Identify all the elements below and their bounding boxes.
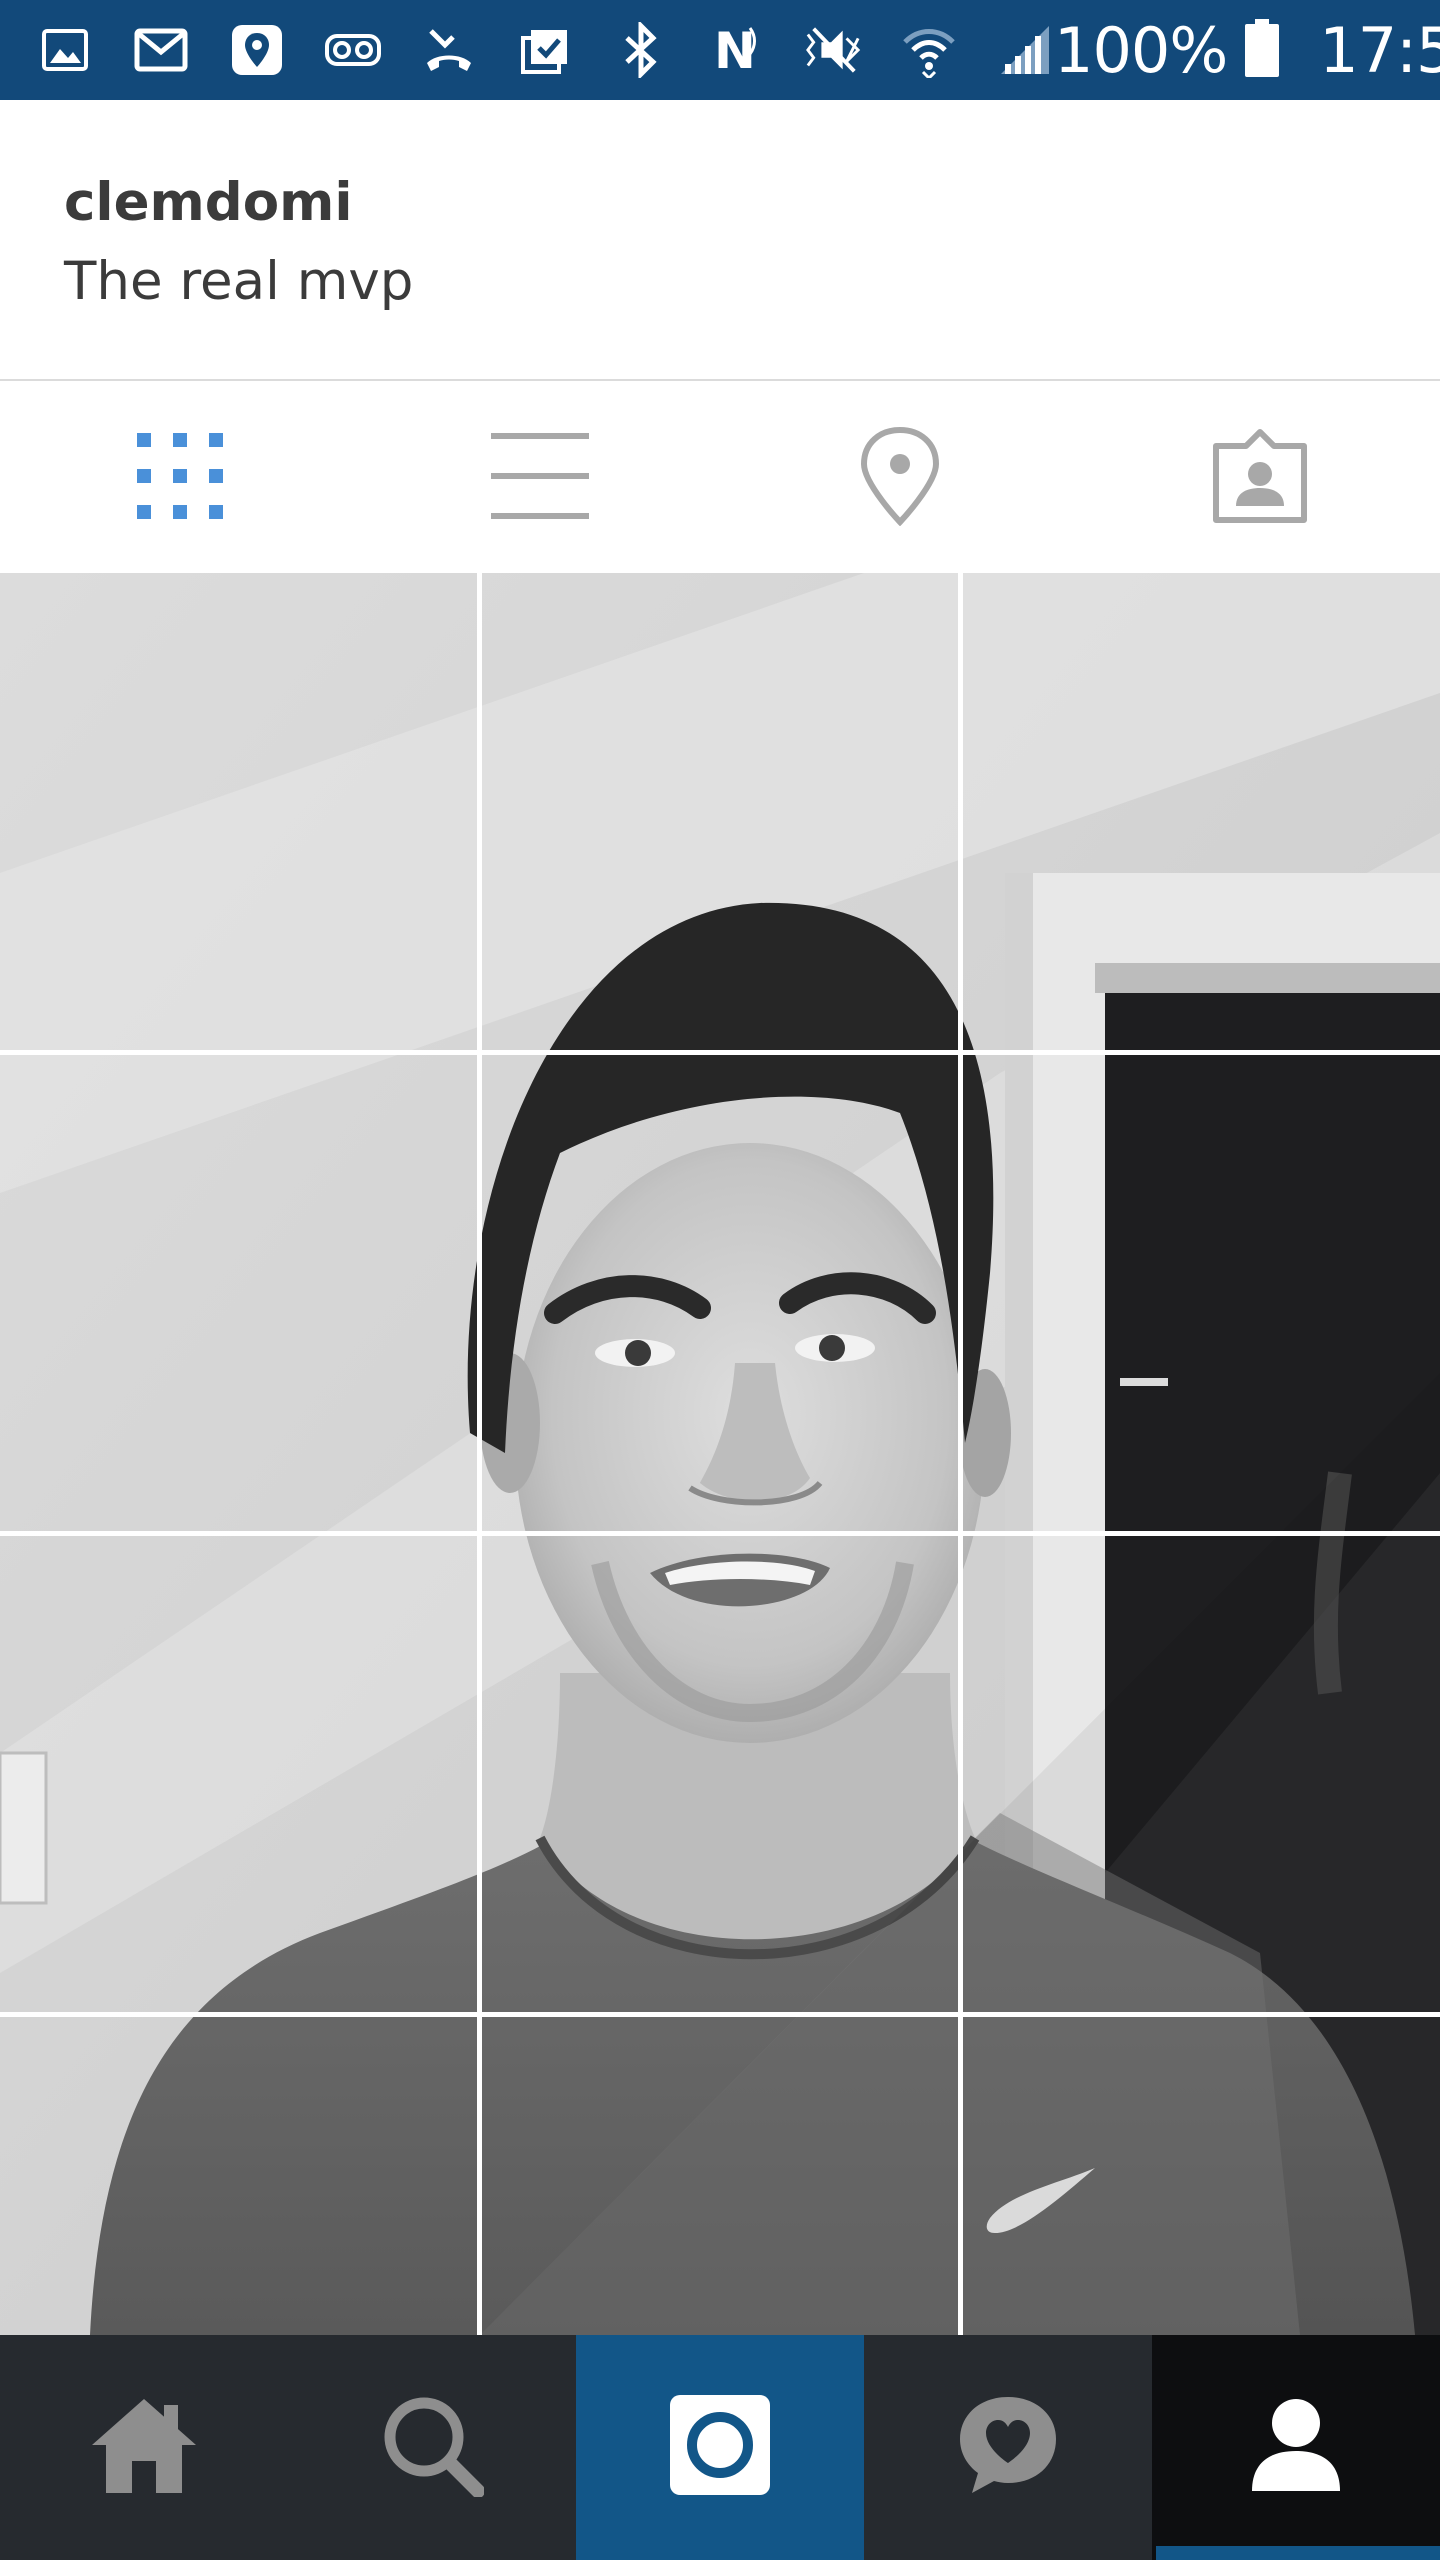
status-right: 100% 17:50 <box>1054 14 1440 87</box>
mute-icon <box>804 21 862 79</box>
grid-tile[interactable] <box>481 573 959 1051</box>
svg-text:N: N <box>714 22 756 78</box>
nav-activity[interactable] <box>864 2335 1152 2560</box>
gallery-icon <box>36 21 94 79</box>
nav-home[interactable] <box>0 2335 288 2560</box>
maps-icon <box>228 21 286 79</box>
location-pin-icon <box>858 426 942 531</box>
nfc-icon: N <box>708 21 766 79</box>
nav-camera[interactable] <box>576 2335 864 2560</box>
clock: 17:50 <box>1319 13 1440 87</box>
grid-tile[interactable] <box>0 1535 478 2013</box>
tab-tagged[interactable] <box>1080 383 1440 573</box>
gmail-icon <box>132 21 190 79</box>
grid-tile[interactable] <box>0 573 478 1051</box>
missed-call-icon <box>420 21 478 79</box>
photo-grid <box>0 573 1440 2335</box>
tab-list[interactable] <box>360 383 720 573</box>
grid-tile[interactable] <box>481 2016 959 2335</box>
grid-tile[interactable] <box>0 2016 478 2335</box>
bottom-navigation <box>0 2335 1440 2560</box>
grid-tile[interactable] <box>481 1535 959 2013</box>
profile-icon <box>1248 2395 1344 2500</box>
status-bar: N 100% 17:50 <box>0 0 1440 100</box>
tagged-photos-icon <box>1212 426 1308 531</box>
voicemail-icon <box>324 21 382 79</box>
home-icon <box>88 2395 200 2500</box>
nav-profile[interactable] <box>1152 2335 1440 2560</box>
grid-tile[interactable] <box>0 1054 478 1532</box>
profile-view-tabs <box>0 383 1440 573</box>
username[interactable]: clemdomi <box>64 172 1440 233</box>
tab-grid[interactable] <box>0 383 360 573</box>
notification-icons: N <box>36 21 1054 79</box>
wifi-icon <box>900 21 958 79</box>
grid-tile[interactable] <box>962 573 1440 1051</box>
grid-tile[interactable] <box>481 1054 959 1532</box>
grid-tile[interactable] <box>962 1535 1440 2013</box>
camera-icon <box>668 2393 772 2502</box>
list-icon <box>491 432 589 524</box>
activity-heart-icon <box>956 2393 1060 2502</box>
profile-header: clemdomi The real mvp <box>0 100 1440 381</box>
nav-search[interactable] <box>288 2335 576 2560</box>
search-icon <box>380 2393 485 2502</box>
bluetooth-icon <box>612 21 670 79</box>
battery-icon <box>1245 18 1280 82</box>
grid-icon <box>135 431 225 526</box>
signal-icon <box>996 21 1054 79</box>
bio: The real mvp <box>64 251 414 312</box>
grid-tile[interactable] <box>962 1054 1440 1532</box>
clipboard-icon <box>516 21 574 79</box>
battery-percent: 100% <box>1054 13 1228 87</box>
tab-places[interactable] <box>720 383 1080 573</box>
grid-tile[interactable] <box>962 2016 1440 2335</box>
